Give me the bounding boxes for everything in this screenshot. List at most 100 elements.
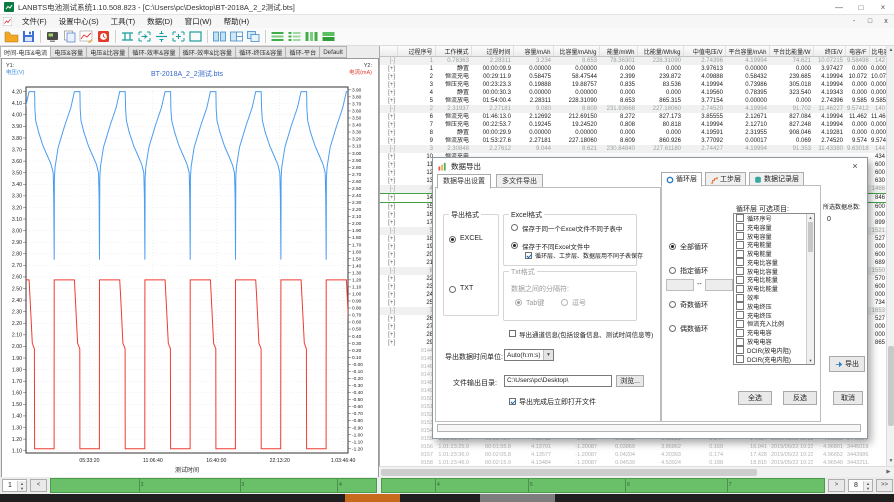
expand-icon[interactable]: [+] bbox=[380, 243, 397, 251]
checkbox-icon[interactable] bbox=[736, 338, 744, 346]
checkbox-channel-info[interactable] bbox=[509, 330, 516, 337]
table-row[interactable]: [+]7恒压充电00:22:53.70.1924519.245200.80880… bbox=[380, 121, 887, 129]
radio-tab-key-label[interactable]: Tab键 bbox=[526, 298, 544, 308]
output-dir-input[interactable]: C:\Users\pc\Desktop\ bbox=[504, 375, 612, 387]
table-row[interactable]: [-]10.783632.283113.2348.65378.36301228.… bbox=[380, 57, 887, 66]
table-row[interactable]: 91571.01:23:36.000:02:05.84.13577-1.2008… bbox=[380, 451, 887, 459]
expand-icon[interactable]: [+] bbox=[380, 275, 397, 283]
checkbox-open-after-export-label[interactable]: 导出完成后立即打开文件 bbox=[519, 397, 596, 407]
dialog-close-icon[interactable]: × bbox=[848, 161, 862, 171]
device-icon[interactable] bbox=[44, 29, 61, 44]
checkbox-icon[interactable] bbox=[736, 346, 744, 354]
save-icon[interactable] bbox=[20, 29, 37, 44]
select-all-button[interactable]: 全选 bbox=[738, 391, 772, 405]
cycle-item-checkbox[interactable]: 恒流充入比例 bbox=[734, 320, 814, 329]
chart-page-value[interactable]: 1 bbox=[3, 482, 17, 489]
expand-icon[interactable]: [-] bbox=[380, 307, 397, 315]
cycle-item-checkbox[interactable]: 放电比容量 bbox=[734, 267, 814, 276]
expand-icon[interactable]: [+] bbox=[380, 161, 397, 169]
chart-page-progress[interactable]: 234 bbox=[50, 478, 377, 493]
export-button[interactable]: 导出 bbox=[829, 356, 865, 372]
column-header[interactable]: 电容/F bbox=[845, 46, 869, 57]
radio-same-excel-file-label[interactable]: 保存于同一个Excel文件不同子表中 bbox=[522, 223, 622, 233]
menu-item[interactable]: 帮助(H) bbox=[218, 17, 255, 26]
cancel-button[interactable]: 取消 bbox=[833, 391, 863, 405]
browse-button[interactable]: 浏览... bbox=[616, 375, 644, 387]
expand-icon[interactable]: [-] bbox=[380, 145, 397, 153]
table-page-value[interactable]: 8 bbox=[849, 482, 863, 489]
checkbox-icon[interactable] bbox=[736, 320, 744, 328]
radio-excel-label[interactable]: EXCEL bbox=[460, 235, 483, 242]
checkbox-open-after-export[interactable] bbox=[509, 398, 516, 405]
tile-grid-icon[interactable] bbox=[228, 29, 245, 44]
table-row[interactable]: [+]6恒流充电01:46:13.02.12692212.691508.2728… bbox=[380, 113, 887, 121]
expand-icon[interactable]: [+] bbox=[380, 65, 397, 73]
expand-icon[interactable] bbox=[380, 443, 397, 451]
cycle-item-checkbox[interactable]: 放电终压 bbox=[734, 302, 814, 311]
radio-odd-cycles[interactable] bbox=[669, 301, 676, 308]
expand-icon[interactable]: [-] bbox=[380, 185, 397, 194]
checkbox-icon[interactable] bbox=[736, 276, 744, 284]
list-columns-icon[interactable] bbox=[303, 29, 320, 44]
expand-icon[interactable]: [+] bbox=[380, 299, 397, 307]
checkbox-icon[interactable] bbox=[736, 285, 744, 293]
checkbox-icon[interactable] bbox=[736, 214, 744, 222]
menu-item[interactable]: 数据(D) bbox=[141, 17, 178, 26]
checkbox-icon[interactable] bbox=[736, 223, 744, 231]
view-tab[interactable]: 电压&容量 bbox=[51, 46, 87, 58]
table-page-progress[interactable]: 4567 bbox=[381, 478, 825, 493]
expand-icon[interactable]: [+] bbox=[380, 81, 397, 89]
child-minimize-button[interactable]: - bbox=[846, 18, 862, 25]
expand-icon[interactable] bbox=[380, 419, 397, 427]
expand-icon[interactable] bbox=[380, 451, 397, 459]
radio-all-cycles[interactable] bbox=[669, 243, 676, 250]
table-row[interactable]: [+]4静置00:00:30.30.000000.000000.0000.000… bbox=[380, 89, 887, 97]
column-header[interactable]: 平台容量/mAh bbox=[725, 46, 769, 57]
expand-icon[interactable]: [+] bbox=[380, 235, 397, 243]
column-header[interactable]: 过程时间 bbox=[471, 46, 513, 57]
checkbox-icon[interactable] bbox=[736, 267, 744, 275]
spinner-arrows-icon[interactable]: ▲▼ bbox=[863, 481, 872, 491]
expand-icon[interactable] bbox=[380, 395, 397, 403]
expand-icon[interactable]: [+] bbox=[380, 137, 397, 145]
expand-icon[interactable] bbox=[380, 355, 397, 363]
table-next-page-button[interactable]: > bbox=[828, 479, 845, 492]
column-header[interactable] bbox=[380, 46, 397, 57]
table-last-page-button[interactable]: >> bbox=[876, 479, 893, 492]
expand-icon[interactable]: [-] bbox=[380, 57, 397, 66]
child-restore-button[interactable]: □ bbox=[862, 18, 878, 25]
checkbox-icon[interactable] bbox=[736, 355, 744, 363]
checkbox-icon[interactable] bbox=[736, 294, 744, 302]
column-header[interactable]: 中值电压/V bbox=[683, 46, 725, 57]
checkbox-icon[interactable] bbox=[736, 311, 744, 319]
column-header[interactable]: 容量/mAh bbox=[513, 46, 553, 57]
expand-icon[interactable]: [+] bbox=[380, 203, 397, 212]
list-blocks-icon[interactable] bbox=[320, 29, 337, 44]
cycle-item-checkbox[interactable]: 充电容量 bbox=[734, 223, 814, 232]
expand-icon[interactable]: [-] bbox=[380, 227, 397, 235]
scroll-right-icon[interactable]: ▶ bbox=[884, 468, 893, 477]
tile-vertical-icon[interactable] bbox=[211, 29, 228, 44]
horizontal-scrollbar[interactable]: ▶ bbox=[379, 466, 894, 477]
cycle-item-checkbox[interactable]: 充电终压 bbox=[734, 311, 814, 320]
radio-comma-label[interactable]: 逗号 bbox=[572, 298, 586, 308]
checkbox-icon[interactable] bbox=[736, 241, 744, 249]
alarm-icon[interactable] bbox=[95, 29, 112, 44]
table-row[interactable]: [+]1静置00:00:09.90.000000.000000.0000.000… bbox=[380, 65, 887, 73]
zoom-rect-icon[interactable] bbox=[187, 29, 204, 44]
cycle-item-checkbox[interactable]: 循环序号 bbox=[734, 214, 814, 223]
table-row[interactable]: 91561.01:23:25.900:01:55.84.13701-1.2008… bbox=[380, 443, 887, 451]
cycle-item-checkbox[interactable]: 效率 bbox=[734, 293, 814, 302]
expand-icon[interactable]: [-] bbox=[380, 105, 397, 113]
radio-specified-cycles[interactable] bbox=[669, 267, 676, 274]
checkbox-icon[interactable] bbox=[736, 329, 744, 337]
taskbar-item[interactable] bbox=[345, 494, 400, 502]
menu-item[interactable]: 文件(F) bbox=[16, 17, 53, 26]
radio-tab-key[interactable] bbox=[515, 299, 522, 306]
view-tab[interactable]: 循环-效率&容量 bbox=[129, 46, 179, 58]
copy-icon[interactable] bbox=[61, 29, 78, 44]
column-header[interactable]: 工作模式 bbox=[435, 46, 471, 57]
time-unit-combobox[interactable]: Auto(h:m:s) ▼ bbox=[504, 349, 554, 361]
checkbox-icon[interactable] bbox=[736, 250, 744, 258]
table-row[interactable]: [+]3恒压充电00:23:23.30.1988819.887570.83583… bbox=[380, 81, 887, 89]
